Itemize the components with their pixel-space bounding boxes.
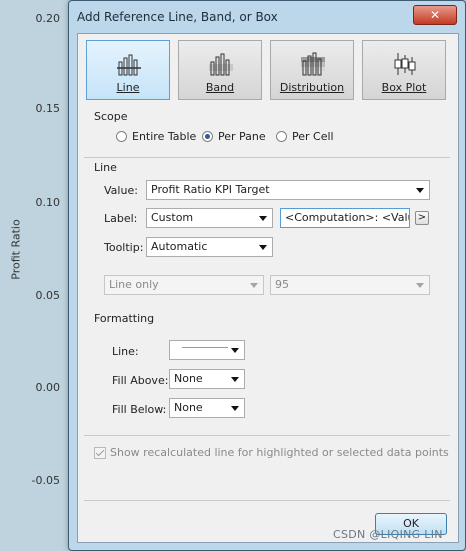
distribution-mode-button[interactable]: Distribution	[270, 40, 354, 100]
radio-button-icon	[116, 131, 127, 142]
chevron-down-icon	[259, 245, 267, 250]
band-chart-icon	[209, 53, 233, 76]
line-section-title: Line	[94, 161, 117, 174]
tooltip-select-text: Automatic	[151, 240, 208, 253]
axis-tick: 0.20	[35, 12, 61, 25]
reference-line-dialog: Add Reference Line, Band, or Box ✕ Line	[68, 0, 466, 551]
band-mode-label: Band	[205, 81, 235, 94]
chevron-down-icon	[416, 188, 424, 193]
chevron-down-icon	[416, 283, 424, 288]
fill-above-select-text: None	[174, 372, 203, 385]
axis-tick: -0.05	[31, 474, 60, 487]
divider	[84, 157, 450, 158]
watermark: CSDN @LIQING LIN	[333, 528, 443, 541]
scope-per-cell-label: Per Cell	[292, 130, 334, 143]
line-chart-icon	[117, 54, 141, 76]
line-only-select: Line only	[104, 275, 264, 295]
close-x-icon: ✕	[429, 8, 441, 22]
axis-tick: 0.05	[35, 289, 61, 302]
line-mode-label: Line	[116, 81, 140, 94]
formatting-section-title: Formatting	[94, 312, 155, 325]
checkbox-checked-icon	[94, 446, 106, 459]
line-only-select-text: Line only	[109, 278, 159, 291]
fill-below-label: Fill Below:	[112, 403, 167, 416]
chevron-down-icon	[250, 283, 258, 288]
confidence-select-text: 95	[275, 278, 289, 291]
fill-below-select[interactable]: None	[169, 398, 245, 418]
divider	[84, 435, 450, 436]
title-bar[interactable]: Add Reference Line, Band, or Box ✕	[69, 1, 465, 33]
close-button[interactable]: ✕	[413, 5, 457, 25]
box-plot-icon	[394, 53, 416, 75]
scope-entire-table-label: Entire Table	[132, 130, 197, 143]
axis-tick: 0.10	[35, 196, 61, 209]
tooltip-select[interactable]: Automatic	[146, 237, 273, 257]
mode-toolbar: Line Band Distribution Box Plot	[86, 40, 452, 102]
fill-above-select[interactable]: None	[169, 369, 245, 389]
radio-button-icon	[276, 131, 287, 142]
confidence-select: 95	[270, 275, 430, 295]
chevron-down-icon	[231, 377, 239, 382]
value-label: Value:	[104, 184, 138, 197]
label-label: Label:	[104, 212, 138, 225]
band-mode-button[interactable]: Band	[178, 40, 262, 100]
label-select-text: Custom	[151, 211, 194, 224]
axis-title: Profit Ratio	[9, 219, 23, 280]
dialog-title: Add Reference Line, Band, or Box	[77, 10, 278, 24]
scope-per-pane-radio[interactable]: Per Pane	[202, 130, 266, 143]
chart-axis: 0.20 0.15 0.10 0.05 0.00 -0.05 Profit Ra…	[0, 0, 68, 551]
recalc-checkbox-label: Show recalculated line for highlighted o…	[110, 446, 449, 459]
recalc-checkbox-row: Show recalculated line for highlighted o…	[94, 446, 449, 459]
scope-section-title: Scope	[94, 110, 128, 123]
distribution-mode-label: Distribution	[279, 81, 345, 94]
axis-tick: 0.00	[35, 381, 61, 394]
value-select[interactable]: Profit Ratio KPI Target	[146, 180, 430, 200]
label-select[interactable]: Custom	[146, 208, 273, 228]
scope-entire-table-radio[interactable]: Entire Table	[116, 130, 196, 143]
distribution-chart-icon	[301, 52, 325, 76]
scope-per-pane-label: Per Pane	[218, 130, 266, 143]
value-select-text: Profit Ratio KPI Target	[151, 183, 270, 196]
chevron-down-icon	[231, 348, 239, 353]
line-style-label: Line:	[112, 345, 139, 358]
dialog-body: Line Band Distribution Box Plot Scope En…	[77, 33, 459, 543]
fill-above-label: Fill Above:	[112, 374, 169, 387]
scope-per-cell-radio[interactable]: Per Cell	[276, 130, 334, 143]
fill-below-select-text: None	[174, 401, 203, 414]
line-mode-button[interactable]: Line	[86, 40, 170, 100]
divider	[84, 500, 450, 501]
box-plot-mode-button[interactable]: Box Plot	[362, 40, 446, 100]
line-style-select[interactable]	[169, 340, 245, 360]
box-plot-mode-label: Box Plot	[381, 81, 427, 94]
chevron-down-icon	[259, 216, 267, 221]
radio-button-selected-icon	[202, 131, 213, 142]
axis-tick: 0.15	[35, 102, 61, 115]
custom-label-input[interactable]: <Computation>: <Value>	[280, 208, 410, 228]
chevron-down-icon	[231, 406, 239, 411]
tooltip-label: Tooltip:	[104, 241, 144, 254]
insert-field-button[interactable]: >	[415, 211, 429, 225]
line-style-swatch	[182, 347, 228, 348]
